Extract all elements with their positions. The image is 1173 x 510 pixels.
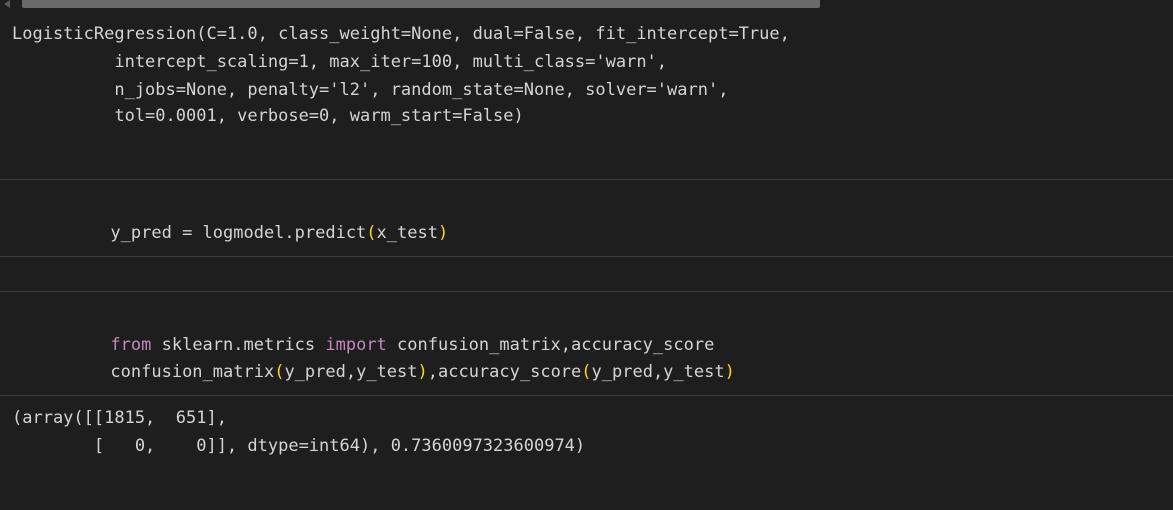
- output-line: intercept_scaling=1, max_iter=100, multi…: [12, 52, 668, 72]
- code-token: y_pred = logmodel.predict: [110, 223, 367, 243]
- output-line: n_jobs=None, penalty='l2', random_state=…: [12, 80, 729, 100]
- output-line: (array([[1815, 651],: [12, 408, 227, 428]
- output-line: LogisticRegression(C=1.0, class_weight=N…: [12, 24, 790, 44]
- notebook-view: LogisticRegression(C=1.0, class_weight=N…: [0, 0, 1173, 510]
- code-cell-predict[interactable]: y_pred = logmodel.predict(x_test): [0, 179, 1173, 257]
- code-token: x_test: [376, 223, 438, 243]
- paren-token: (: [581, 362, 592, 382]
- code-token: y_pred,y_test: [284, 362, 418, 382]
- paren-token: ): [417, 362, 428, 382]
- paren-token: (: [274, 362, 285, 382]
- code-token: confusion_matrix: [110, 362, 275, 382]
- horizontal-scrollbar[interactable]: [22, 0, 820, 8]
- cell-output-metrics: (array([[1815, 651], [ 0, 0]], dtype=int…: [0, 396, 1173, 510]
- paren-token: ): [437, 223, 449, 243]
- paren-token: (: [366, 223, 377, 243]
- paren-token: ): [724, 362, 735, 382]
- cell-gap: [0, 257, 1173, 291]
- cell-output-logistic-regression: LogisticRegression(C=1.0, class_weight=N…: [0, 12, 1173, 178]
- output-line: [ 0, 0]], dtype=int64), 0.73600973236009…: [12, 436, 586, 456]
- code-token: ,accuracy_score: [427, 362, 582, 382]
- output-line: tol=0.0001, verbose=0, warm_start=False): [12, 106, 524, 126]
- scroll-left-arrow-icon[interactable]: [4, 0, 10, 8]
- code-cell-metrics[interactable]: from sklearn.metrics import confusion_ma…: [0, 291, 1173, 396]
- code-token: y_pred,y_test: [591, 362, 725, 382]
